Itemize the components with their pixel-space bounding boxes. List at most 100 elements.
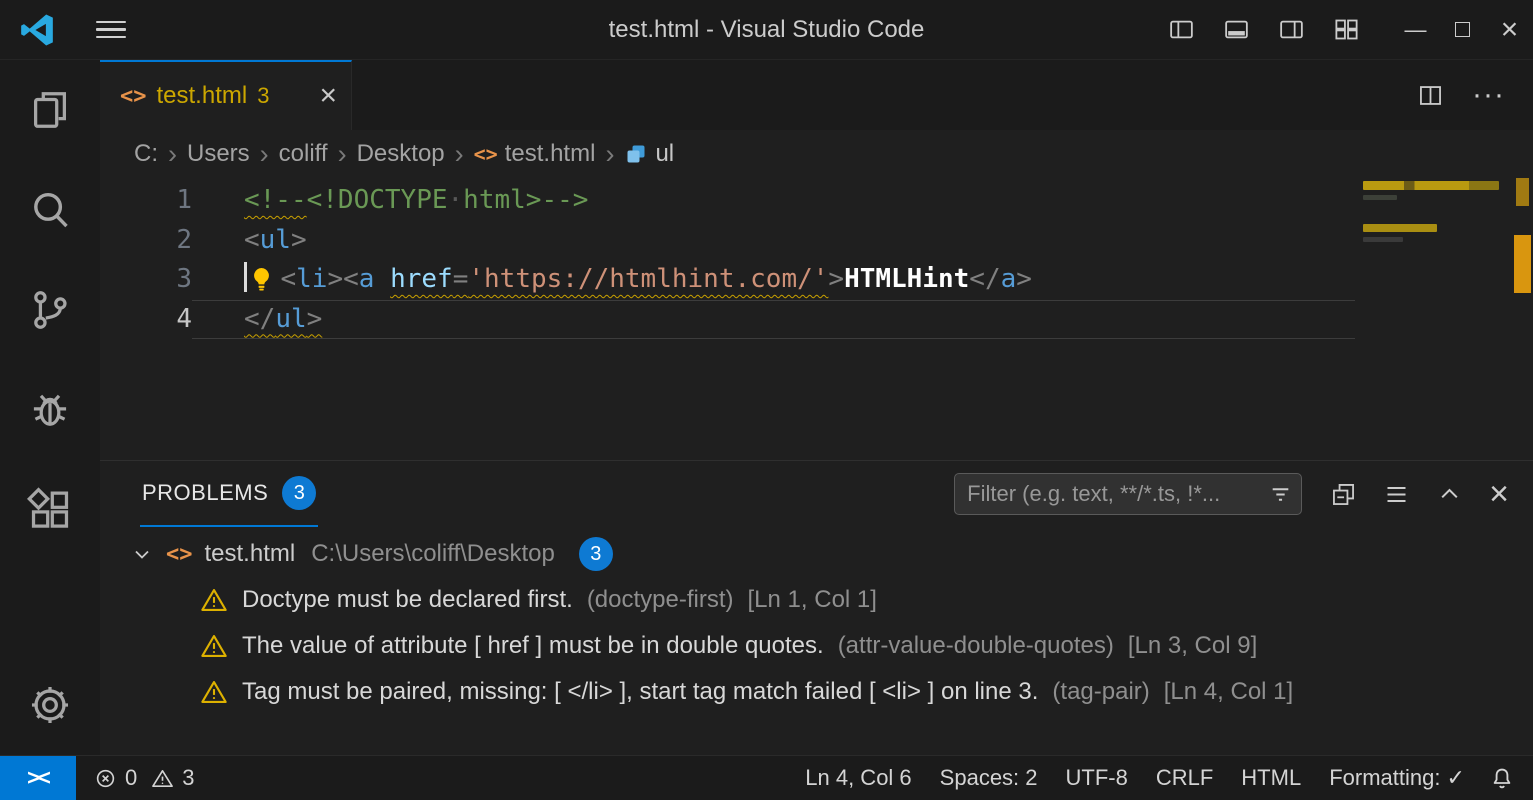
status-problems[interactable]: 0 3 — [76, 765, 219, 791]
warning-icon — [200, 586, 228, 614]
breadcrumb-separator-icon: › — [260, 141, 269, 168]
breadcrumb-item-desktop[interactable]: Desktop — [357, 140, 445, 168]
code-editor[interactable]: 1<!--<!DOCTYPE·html>-->2<ul>3<li><a href… — [100, 178, 1533, 460]
line-content: </ul> — [192, 300, 1355, 340]
code-line-3[interactable]: 3<li><a href='https://htmlhint.com/'>HTM… — [100, 260, 1355, 300]
close-panel-icon[interactable]: × — [1489, 477, 1509, 511]
activity-explorer-icon[interactable] — [0, 60, 100, 160]
activity-extensions-icon[interactable] — [0, 460, 100, 560]
ruler-warning-mark — [1514, 235, 1531, 293]
minimap-warning-mark — [1363, 224, 1437, 232]
problems-filter-input[interactable] — [954, 473, 1302, 515]
code-token: html>--> — [463, 185, 588, 215]
status-item-ln[interactable]: Ln 4, Col 6 — [791, 765, 925, 791]
notifications-bell-icon[interactable] — [1479, 765, 1533, 791]
warning-icon — [151, 767, 174, 790]
breadcrumb-item-users[interactable]: Users — [187, 140, 250, 168]
maximize-panel-icon[interactable] — [1436, 481, 1463, 508]
warning-count: 3 — [182, 765, 194, 791]
settings-gear-icon[interactable] — [0, 655, 100, 755]
tab-problems[interactable]: PROBLEMS 3 — [140, 461, 318, 527]
vscode-window: test.html - Visual Studio Code — — [0, 0, 1533, 800]
status-right: Ln 4, Col 6Spaces: 2UTF-8CRLFHTMLFormatt… — [791, 765, 1479, 791]
breadcrumb-item-testhtml[interactable]: <>test.html — [474, 140, 596, 168]
problems-body: <> test.html C:\Users\coliff\Desktop 3 D… — [100, 527, 1533, 755]
vscode-logo-icon[interactable] — [18, 11, 56, 49]
status-item-crlf[interactable]: CRLF — [1142, 765, 1227, 791]
toggle-secondary-sidebar-icon[interactable] — [1278, 16, 1305, 43]
breadcrumb-item-ul[interactable]: ul — [624, 140, 674, 168]
view-as-table-icon[interactable] — [1383, 481, 1410, 508]
titlebar: test.html - Visual Studio Code — — [0, 0, 1533, 60]
code-line-4[interactable]: 4</ul> — [100, 300, 1355, 340]
collapse-all-icon[interactable] — [1330, 481, 1357, 508]
lightbulb-icon[interactable] — [247, 260, 281, 300]
panel-actions: × — [1330, 477, 1509, 511]
chevron-down-icon — [130, 542, 154, 566]
problem-row-2[interactable]: The value of attribute [ href ] must be … — [100, 623, 1533, 669]
close-button[interactable]: × — [1486, 0, 1533, 59]
ruler-warning-mark — [1516, 178, 1529, 206]
code-token: > — [307, 304, 323, 334]
code-token: < — [244, 225, 260, 255]
code-token: href — [390, 264, 453, 294]
problem-message: Doctype must be declared first. — [242, 586, 573, 614]
problems-count-badge: 3 — [282, 476, 316, 510]
symbol-icon — [624, 142, 648, 166]
code-line-1[interactable]: 1<!--<!DOCTYPE·html>--> — [100, 181, 1355, 221]
tab-test-html[interactable]: <> test.html 3 × — [100, 60, 352, 130]
problem-row-1[interactable]: Doctype must be declared first.(doctype-… — [100, 577, 1533, 623]
group-file-path: C:\Users\coliff\Desktop — [311, 540, 555, 568]
code-token: < — [281, 264, 297, 294]
problem-location: [Ln 4, Col 1] — [1164, 678, 1293, 706]
toggle-panel-icon[interactable] — [1223, 16, 1250, 43]
maximize-button[interactable] — [1439, 0, 1486, 59]
line-number: 1 — [100, 181, 192, 221]
panel-header: PROBLEMS 3 — [100, 461, 1533, 527]
breadcrumb-item-coliff[interactable]: coliff — [279, 140, 328, 168]
minimap[interactable] — [1361, 178, 1507, 460]
warning-icon — [200, 678, 228, 706]
filter-icon[interactable] — [1268, 482, 1293, 507]
code-token: </ — [244, 304, 275, 334]
menu-icon[interactable] — [96, 21, 126, 39]
code-token: li — [296, 264, 327, 294]
code-line-2[interactable]: 2<ul> — [100, 221, 1355, 261]
minimize-button[interactable]: — — [1392, 0, 1439, 59]
activity-source-control-icon[interactable] — [0, 260, 100, 360]
tab-close-icon[interactable]: × — [319, 81, 337, 111]
html-file-icon: <> — [166, 542, 193, 567]
status-item-formatting[interactable]: Formatting: ✓ — [1315, 765, 1479, 791]
line-number: 3 — [100, 260, 192, 300]
window-title: test.html - Visual Studio Code — [609, 16, 925, 44]
code-token: ul — [275, 304, 306, 334]
split-editor-icon[interactable] — [1417, 82, 1444, 109]
overview-ruler[interactable] — [1507, 178, 1533, 460]
code-token — [374, 264, 390, 294]
more-actions-icon[interactable]: ··· — [1472, 78, 1505, 112]
remote-indicator[interactable]: >< — [0, 756, 76, 800]
code-token: < — [343, 264, 359, 294]
breadcrumb-label: test.html — [505, 140, 596, 168]
status-item-spaces[interactable]: Spaces: 2 — [926, 765, 1052, 791]
problem-message: Tag must be paired, missing: [ </li> ], … — [242, 678, 1038, 706]
line-content: <!--<!DOCTYPE·html>--> — [192, 181, 1355, 221]
problems-tab-label: PROBLEMS — [142, 480, 268, 506]
breadcrumb-label: Desktop — [357, 140, 445, 168]
problems-file-group[interactable]: <> test.html C:\Users\coliff\Desktop 3 — [100, 531, 1533, 577]
problem-row-3[interactable]: Tag must be paired, missing: [ </li> ], … — [100, 669, 1533, 715]
toggle-primary-sidebar-icon[interactable] — [1168, 16, 1195, 43]
status-item-html[interactable]: HTML — [1227, 765, 1315, 791]
breadcrumb-item-c[interactable]: C: — [134, 140, 158, 168]
breadcrumb-separator-icon: › — [455, 141, 464, 168]
status-bar: >< 0 3 Ln 4, Col 6Spaces: 2UTF-8CRLFHTML… — [0, 755, 1533, 800]
code-token: > — [1016, 264, 1032, 294]
customize-layout-icon[interactable] — [1333, 16, 1360, 43]
activity-search-icon[interactable] — [0, 160, 100, 260]
status-item-utf-8[interactable]: UTF-8 — [1052, 765, 1142, 791]
problems-panel: PROBLEMS 3 — [100, 460, 1533, 755]
tab-bar: <> test.html 3 × ··· — [100, 60, 1533, 130]
breadcrumb-separator-icon: › — [338, 141, 347, 168]
code-token: ul — [260, 225, 291, 255]
activity-run-debug-icon[interactable] — [0, 360, 100, 460]
